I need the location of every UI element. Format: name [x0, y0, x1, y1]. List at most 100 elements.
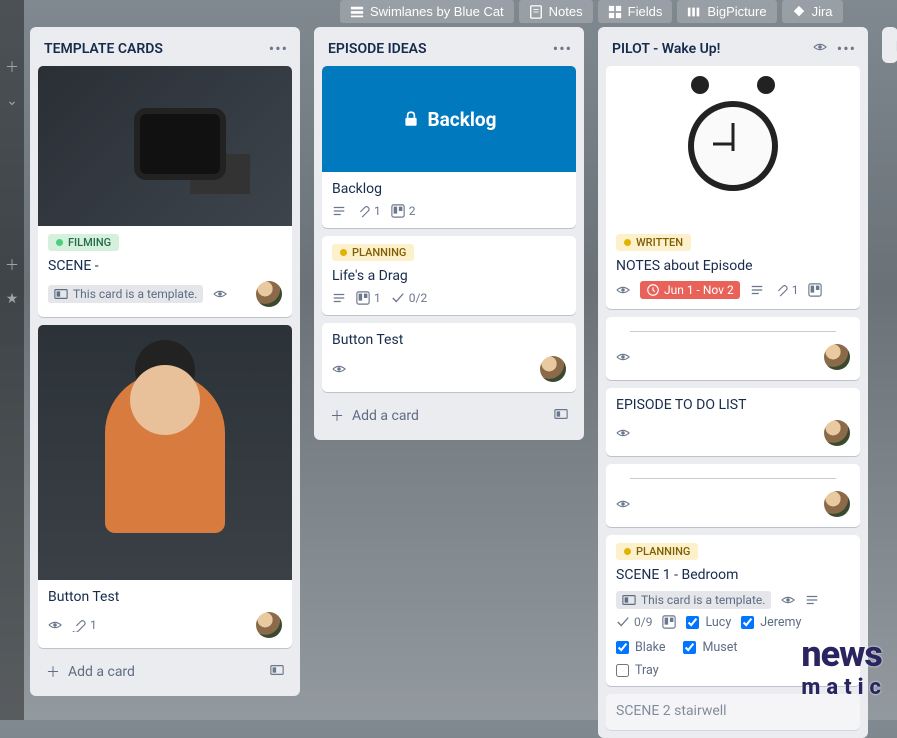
check-jeremy[interactable]: Jeremy: [741, 615, 801, 630]
trello-badge: [662, 615, 676, 629]
card-title: EPISODE TO DO LIST: [616, 396, 850, 414]
card-episode-todo[interactable]: EPISODE TO DO LIST: [606, 388, 860, 456]
watch-icon: [616, 497, 630, 511]
template-create-icon[interactable]: [554, 407, 568, 425]
add-card-button[interactable]: ＋ Add a card: [38, 656, 292, 688]
powerup-jira[interactable]: Jira: [782, 0, 843, 23]
watch-icon: [813, 39, 827, 58]
list-menu-icon[interactable]: •••: [837, 39, 856, 58]
watch-icon: [332, 362, 346, 376]
list-partial: E: [882, 27, 897, 63]
watch-icon: [616, 350, 630, 364]
cover-backlog: Backlog: [322, 66, 576, 172]
watch-icon: [213, 287, 227, 301]
checklist-badge: 0/9: [616, 615, 652, 629]
checklist-icon: [391, 291, 405, 305]
notes-icon: [529, 5, 543, 19]
divider: [630, 331, 836, 332]
trello-icon: [391, 204, 405, 218]
avatar[interactable]: [824, 420, 850, 446]
avatar[interactable]: [256, 281, 282, 307]
template-icon: [54, 287, 68, 301]
template-icon: [622, 593, 636, 607]
card-divider-1[interactable]: [606, 317, 860, 380]
trello-badge: 1: [356, 291, 381, 305]
watch-icon: [48, 618, 62, 632]
trello-icon: [808, 283, 822, 297]
powerup-label: BigPicture: [707, 4, 766, 19]
watch-icon: [616, 426, 630, 440]
card-title: SCENE 1 - Bedroom: [616, 566, 850, 584]
card-scene[interactable]: FILMING SCENE - This card is a template.: [38, 66, 292, 317]
attachment-badge: 1: [774, 283, 799, 297]
trello-badge: 2: [391, 204, 416, 218]
fields-icon: [608, 5, 622, 19]
clock-icon: [646, 283, 660, 297]
description-icon: [805, 593, 819, 607]
card-lifes-a-drag[interactable]: PLANNING Life's a Drag 1 0/2: [322, 236, 576, 315]
plus-icon[interactable]: ＋: [5, 60, 19, 74]
paperclip-icon: [72, 618, 86, 632]
template-badge: This card is a template.: [48, 285, 203, 303]
label-planning[interactable]: PLANNING: [616, 543, 698, 560]
check-blake[interactable]: Blake: [616, 640, 665, 655]
label-planning[interactable]: PLANNING: [332, 244, 414, 261]
card-title: Button Test: [332, 331, 566, 349]
star-icon[interactable]: ★: [5, 292, 19, 306]
list-episode-ideas: EPISODE IDEAS ••• Backlog Backlog 1 2 PL…: [314, 27, 584, 440]
due-date-badge[interactable]: Jun 1 - Nov 2: [640, 281, 740, 299]
label-filming[interactable]: FILMING: [48, 234, 119, 251]
card-button-test-1[interactable]: Button Test 1: [38, 325, 292, 648]
powerup-bigpicture[interactable]: BigPicture: [677, 0, 776, 23]
card-divider-2[interactable]: [606, 464, 860, 527]
avatar[interactable]: [824, 491, 850, 517]
powerup-notes[interactable]: Notes: [519, 0, 593, 23]
powerup-buttons: Swimlanes by Blue Cat Notes Fields BigPi…: [340, 0, 843, 23]
template-create-icon[interactable]: [270, 663, 284, 681]
card-title: Backlog: [332, 180, 566, 198]
lock-icon: [402, 110, 420, 128]
avatar[interactable]: [256, 612, 282, 638]
card-title: Button Test: [48, 588, 282, 606]
powerup-label: Fields: [628, 4, 663, 19]
cover-image: [38, 66, 292, 226]
plus-icon[interactable]: ＋: [5, 258, 19, 272]
avatar[interactable]: [540, 356, 566, 382]
add-card-button[interactable]: ＋ Add a card: [322, 400, 576, 432]
card-title: SCENE -: [48, 257, 282, 275]
list-menu-icon[interactable]: •••: [269, 39, 288, 58]
card-scene2[interactable]: SCENE 2 stairwell: [606, 694, 860, 730]
trello-icon: [662, 615, 676, 629]
card-backlog[interactable]: Backlog Backlog 1 2: [322, 66, 576, 228]
avatar[interactable]: [824, 344, 850, 370]
card-scene1-bedroom[interactable]: PLANNING SCENE 1 - Bedroom This card is …: [606, 535, 860, 685]
card-title: SCENE 2 stairwell: [616, 702, 850, 720]
list-title[interactable]: EPISODE IDEAS: [328, 41, 427, 57]
description-icon: [332, 204, 346, 218]
powerup-swimlanes[interactable]: Swimlanes by Blue Cat: [340, 0, 514, 23]
checklist-icon: [616, 615, 630, 629]
cover-image: [38, 325, 292, 580]
check-lucy[interactable]: Lucy: [686, 615, 731, 630]
powerup-label: Jira: [812, 4, 833, 19]
template-badge: This card is a template.: [616, 591, 771, 609]
powerup-fields[interactable]: Fields: [598, 0, 673, 23]
list-menu-icon[interactable]: •••: [553, 39, 572, 58]
check-muset[interactable]: Muset: [683, 640, 737, 655]
watch-icon: [781, 593, 795, 607]
list-title[interactable]: PILOT - Wake Up!: [612, 41, 720, 57]
trello-icon: [356, 291, 370, 305]
chevron-down-icon[interactable]: ⌄: [5, 94, 19, 108]
label-written[interactable]: WRITTEN: [616, 234, 691, 251]
bigpicture-icon: [687, 5, 701, 19]
powerup-label: Swimlanes by Blue Cat: [370, 4, 504, 19]
card-title: NOTES about Episode: [616, 257, 850, 275]
list-title[interactable]: TEMPLATE CARDS: [44, 41, 163, 57]
check-tray[interactable]: Tray: [616, 663, 659, 678]
trello-badge: [808, 283, 822, 297]
description-icon: [750, 283, 764, 297]
attachment-badge: 1: [72, 618, 97, 632]
card-notes-episode[interactable]: WRITTEN NOTES about Episode Jun 1 - Nov …: [606, 66, 860, 309]
swimlanes-icon: [350, 5, 364, 19]
card-button-test-2[interactable]: Button Test: [322, 323, 576, 391]
